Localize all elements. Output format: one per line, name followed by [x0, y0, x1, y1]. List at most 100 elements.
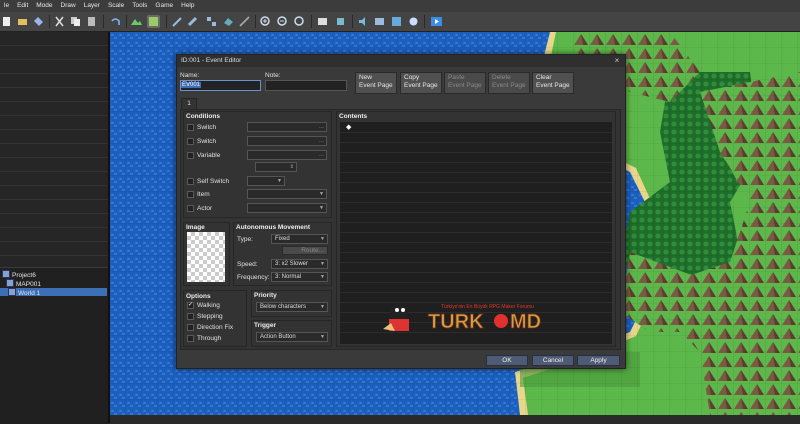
zoom-reset-icon[interactable]: [293, 15, 306, 28]
switch2-checkbox[interactable]: [187, 138, 194, 145]
self-switch-select[interactable]: ▼: [247, 176, 285, 186]
event-search-icon[interactable]: [373, 15, 386, 28]
variable-checkbox[interactable]: [187, 152, 194, 159]
ok-button[interactable]: OK: [486, 355, 528, 366]
copy-event-page-button[interactable]: Copy Event Page: [400, 72, 442, 94]
priority-select[interactable]: Below characters ▼: [256, 302, 328, 312]
stepping-label: Stepping: [197, 313, 223, 320]
tileset-palette[interactable]: [0, 32, 109, 267]
map-horizontal-scrollbar[interactable]: [110, 415, 800, 423]
dialog-title-bar: ID:001 - Event Editor ×: [177, 55, 625, 67]
menu-help[interactable]: Help: [177, 0, 198, 12]
actor-label: Actor: [197, 205, 213, 212]
logo-tagline: Türkiye'nin En Büyük RPG Maker Forumu: [441, 304, 534, 310]
name-value: EV001: [181, 82, 202, 88]
conditions-title: Conditions: [186, 113, 220, 120]
item-select[interactable]: ▼: [247, 189, 327, 199]
new-event-page-button[interactable]: New Event Page: [355, 72, 397, 94]
delete-event-page-button[interactable]: Delete Event Page: [488, 72, 530, 94]
options-title: Options: [186, 293, 211, 300]
switch2-label: Switch: [197, 138, 217, 145]
name-label: Name:: [180, 72, 200, 79]
name-field[interactable]: EV001: [180, 80, 261, 91]
cancel-button[interactable]: Cancel: [532, 355, 574, 366]
walking-checkbox[interactable]: ✓: [187, 302, 194, 309]
shadow-pen-icon[interactable]: [238, 15, 251, 28]
menu-file[interactable]: le: [0, 0, 13, 12]
priority-title: Priority: [254, 292, 277, 299]
cut-icon[interactable]: [53, 15, 66, 28]
menu-game[interactable]: Game: [151, 0, 177, 12]
pencil-icon[interactable]: [171, 15, 184, 28]
switch2-select[interactable]: …: [247, 136, 327, 146]
logo-text: TURK: [428, 311, 484, 333]
menu-scale[interactable]: Scale: [104, 0, 128, 12]
type-label: Type:: [237, 236, 253, 243]
variable-value-stepper[interactable]: ⇕: [255, 162, 297, 172]
sound-test-icon[interactable]: [357, 15, 370, 28]
ellipse-icon[interactable]: [205, 15, 218, 28]
switch1-select[interactable]: …: [247, 122, 327, 132]
direction-fix-checkbox[interactable]: [187, 324, 194, 331]
character-generator-icon[interactable]: [407, 15, 420, 28]
movement-type-select[interactable]: Fixed ▼: [271, 234, 328, 244]
tree-item-map001[interactable]: MAP001: [6, 279, 41, 288]
contents-title: Contents: [339, 113, 368, 120]
resource-manager-icon[interactable]: [390, 15, 403, 28]
through-checkbox[interactable]: [187, 335, 194, 342]
frequency-select[interactable]: 3: Normal ▼: [271, 272, 328, 282]
project-icon: [2, 270, 10, 278]
item-checkbox[interactable]: [187, 191, 194, 198]
actor-checkbox[interactable]: [187, 205, 194, 212]
rectangle-icon[interactable]: [187, 15, 200, 28]
note-label: Note:: [265, 72, 281, 79]
apply-button[interactable]: Apply: [577, 355, 620, 366]
variable-select[interactable]: …: [247, 150, 327, 160]
menu-tools[interactable]: Tools: [128, 0, 151, 12]
route-button[interactable]: Route...: [282, 246, 328, 255]
switch1-checkbox[interactable]: [187, 124, 194, 131]
undo-icon[interactable]: [109, 15, 122, 28]
walking-label: Walking: [197, 302, 220, 309]
database-icon[interactable]: [316, 15, 329, 28]
self-switch-label: Self Switch: [197, 178, 230, 185]
through-label: Through: [197, 335, 222, 342]
trigger-title: Trigger: [254, 322, 277, 329]
open-icon[interactable]: [16, 15, 29, 28]
menu-mode[interactable]: Mode: [32, 0, 56, 12]
trigger-select[interactable]: Action Button ▼: [256, 332, 328, 342]
close-icon[interactable]: ×: [613, 55, 621, 67]
map-icon: [8, 288, 16, 296]
copy-icon[interactable]: [69, 15, 82, 28]
speed-label: Speed:: [237, 261, 258, 268]
menu-edit[interactable]: Edit: [13, 0, 32, 12]
paste-event-page-button[interactable]: Paste Event Page: [444, 72, 486, 94]
zoom-out-icon[interactable]: [276, 15, 289, 28]
plugin-icon[interactable]: [334, 15, 347, 28]
self-switch-checkbox[interactable]: [187, 178, 194, 185]
tree-item-world1[interactable]: World 1: [0, 288, 107, 297]
actor-select[interactable]: ▼: [247, 203, 327, 213]
menu-bar: le Edit Mode Draw Layer Scale Tools Game Help: [0, 0, 800, 12]
save-icon[interactable]: [32, 15, 45, 28]
event-layer-icon[interactable]: [147, 15, 160, 28]
svg-text:MD: MD: [510, 311, 541, 333]
tree-item-project[interactable]: Project6: [2, 270, 36, 279]
speed-select[interactable]: 3: x2 Slower ▼: [271, 259, 328, 269]
stepping-checkbox[interactable]: [187, 313, 194, 320]
playtest-icon[interactable]: [430, 15, 443, 28]
command-line[interactable]: ◆: [346, 123, 351, 131]
new-icon[interactable]: [0, 15, 13, 28]
map-layer-icon[interactable]: [130, 15, 143, 28]
turkomd-logo: TURK MD Türkiye'nin En Büyük RPG Maker F…: [383, 304, 542, 333]
event-image-preview[interactable]: [187, 232, 225, 282]
paste-icon[interactable]: [85, 15, 98, 28]
note-field[interactable]: [265, 80, 347, 91]
menu-layer[interactable]: Layer: [80, 0, 104, 12]
fill-icon[interactable]: [222, 15, 235, 28]
image-title: Image: [186, 224, 205, 231]
menu-draw[interactable]: Draw: [57, 0, 80, 12]
clear-event-page-button[interactable]: Clear Event Page: [532, 72, 574, 94]
zoom-in-icon[interactable]: [259, 15, 272, 28]
variable-label: Variable: [197, 152, 221, 159]
